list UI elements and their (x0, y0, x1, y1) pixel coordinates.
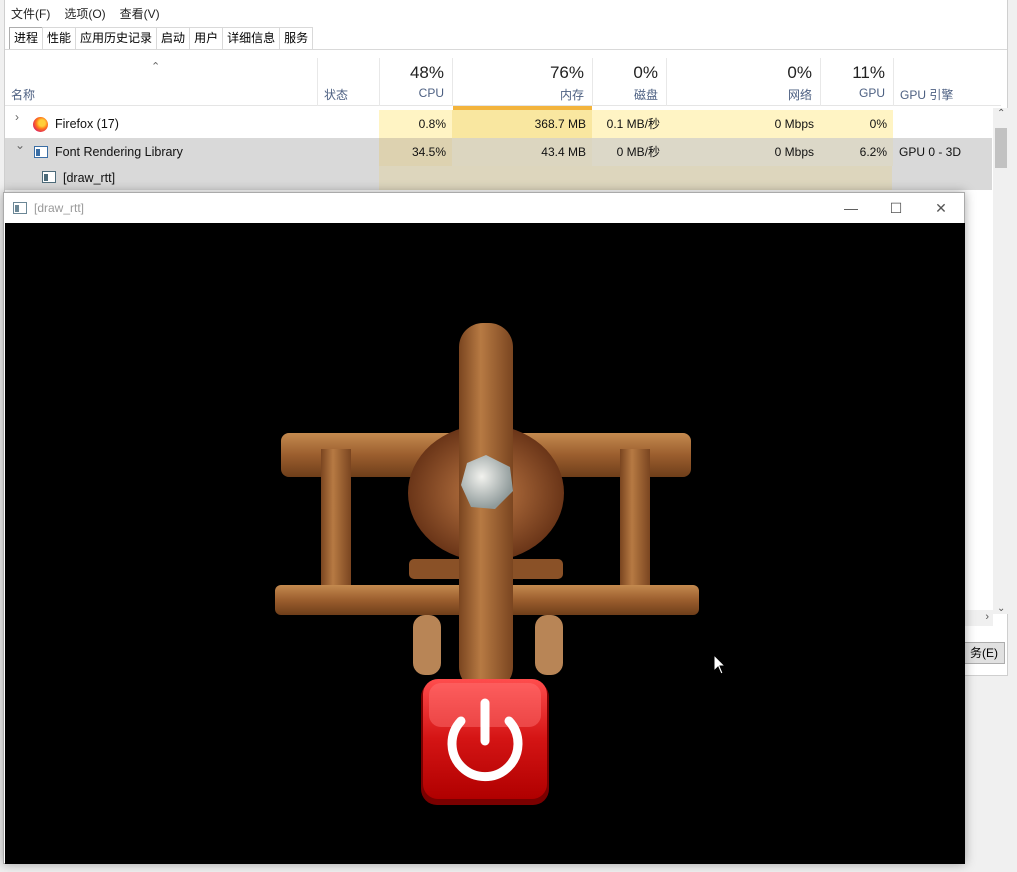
scroll-down-icon[interactable]: ⌄ (997, 603, 1005, 614)
column-gpu-engine[interactable]: GPU 引擎 (893, 58, 1001, 106)
column-status[interactable]: 状态 (317, 58, 379, 106)
menu-file[interactable]: 文件(F) (11, 5, 50, 22)
tab-app-history[interactable]: 应用历史记录 (75, 27, 158, 49)
scroll-thumb[interactable] (995, 128, 1007, 168)
column-disk-label: 磁盘 (633, 88, 658, 102)
mouse-cursor-icon (713, 654, 727, 675)
process-name: Font Rendering Library (55, 145, 183, 159)
menu-bar: 文件(F) 选项(O) 查看(V) (5, 0, 1007, 26)
column-name-label: 名称 (11, 88, 36, 102)
network-total-pct: 0% (787, 63, 812, 82)
scroll-up-icon[interactable]: ⌃ (997, 108, 1005, 119)
render-canvas[interactable] (5, 223, 965, 864)
maximize-button[interactable]: ☐ (873, 193, 919, 223)
gpu-value: 0% (820, 110, 893, 138)
scene-svg (275, 323, 699, 805)
process-name: [draw_rtt] (63, 171, 116, 185)
tab-divider (5, 49, 1007, 50)
table-row-draw-rtt[interactable]: [draw_rtt] (5, 166, 992, 190)
menu-options[interactable]: 选项(O) (64, 5, 105, 22)
network-value: 0 Mbps (666, 110, 820, 138)
cpu-value: 0.8% (379, 110, 452, 138)
cpu-value: 34.5% (379, 138, 452, 166)
tab-processes[interactable]: 进程 (9, 27, 44, 50)
chevron-down-icon[interactable]: ⌄ (15, 138, 27, 152)
column-memory-label: 内存 (559, 88, 584, 102)
table-row-font-rendering-library[interactable]: ⌄ Font Rendering Library 34.5% 43.4 MB 0… (5, 138, 992, 166)
column-gpu-engine-label: GPU 引擎 (900, 88, 954, 102)
biplane-model (275, 323, 699, 691)
table-row-firefox[interactable]: › Firefox (17) 0.8% 368.7 MB 0.1 MB/秒 0 … (5, 110, 992, 138)
network-value: 0 Mbps (666, 138, 820, 166)
disk-value: 0 MB/秒 (592, 138, 666, 166)
column-name[interactable]: 名称 (5, 58, 317, 106)
column-network[interactable]: 0% 网络 (666, 58, 820, 106)
tab-bar: 进程 性能 应用历史记录 启动 用户 详细信息 服务 (9, 27, 314, 50)
tab-details[interactable]: 详细信息 (222, 27, 281, 49)
tab-performance[interactable]: 性能 (42, 27, 77, 49)
minimize-button[interactable]: — (828, 193, 874, 223)
memory-total-pct: 76% (549, 63, 584, 82)
column-gpu[interactable]: 11% GPU (820, 58, 893, 106)
gpu-engine-value: GPU 0 - 3D (899, 145, 962, 159)
gpu-total-pct: 11% (852, 63, 885, 82)
gpu-engine-value (893, 110, 992, 138)
scroll-right-icon[interactable]: › (985, 611, 989, 623)
firefox-icon (33, 117, 48, 132)
row-heat-fill (379, 166, 892, 190)
desktop: 文件(F) 选项(O) 查看(V) 进程 性能 应用历史记录 启动 用户 详细信… (0, 0, 1017, 872)
gpu-value: 6.2% (820, 138, 893, 166)
column-header-row: ⌃ 名称 状态 48% CPU 76% 内存 0% 磁盘 0% 网络 11% G… (5, 58, 1001, 110)
memory-value: 43.4 MB (452, 138, 592, 166)
window-title: [draw_rtt] (34, 201, 85, 215)
menu-view[interactable]: 查看(V) (120, 5, 160, 22)
column-cpu-label: CPU (418, 86, 444, 100)
tab-startup[interactable]: 启动 (156, 27, 191, 49)
close-button[interactable]: ✕ (918, 193, 964, 223)
disk-total-pct: 0% (633, 63, 658, 82)
column-disk[interactable]: 0% 磁盘 (592, 58, 666, 106)
column-cpu[interactable]: 48% CPU (379, 58, 452, 106)
app-window-icon (34, 146, 48, 158)
chevron-right-icon[interactable]: › (15, 110, 27, 124)
window-title-bar[interactable]: [draw_rtt] — ☐ ✕ (4, 193, 964, 223)
disk-value: 0.1 MB/秒 (592, 110, 666, 138)
app-window-icon (42, 171, 56, 183)
memory-value: 368.7 MB (452, 110, 592, 138)
tab-users[interactable]: 用户 (189, 27, 224, 49)
game-window: [draw_rtt] — ☐ ✕ (3, 192, 965, 864)
column-memory[interactable]: 76% 内存 (452, 58, 592, 110)
column-gpu-label: GPU (858, 86, 885, 100)
app-window-icon (13, 202, 27, 214)
end-task-button[interactable]: 务(E) (963, 642, 1005, 664)
power-button[interactable] (421, 679, 549, 805)
cpu-total-pct: 48% (409, 63, 444, 82)
column-network-label: 网络 (787, 88, 812, 102)
vertical-scrollbar[interactable]: ⌃ ⌄ (993, 108, 1009, 614)
process-name: Firefox (17) (55, 117, 119, 131)
column-status-label: 状态 (324, 88, 349, 102)
tab-services[interactable]: 服务 (279, 27, 314, 49)
